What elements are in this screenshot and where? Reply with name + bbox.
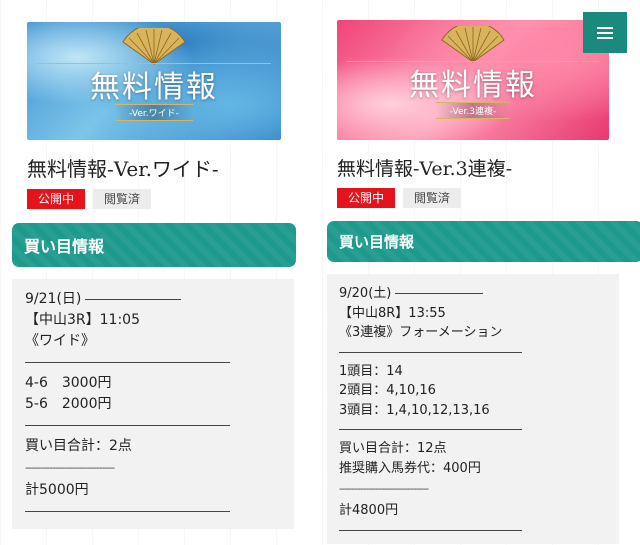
total-points: 買い目合計：12点: [339, 441, 447, 456]
banner-title: 無料情報: [409, 68, 537, 103]
divider: [339, 529, 522, 531]
divider: [25, 511, 230, 512]
hamburger-menu-icon: [597, 26, 613, 39]
bet-line: 4-6 3000円: [25, 375, 112, 391]
menu-button[interactable]: [583, 12, 627, 53]
status-badge-open: 公開中: [27, 189, 86, 209]
status-badge-viewed: 閲覧済: [93, 189, 152, 209]
bet-type: 《ワイド》: [25, 333, 95, 349]
status-badge-open: 公開中: [337, 188, 396, 208]
leg-line: 1頭目：14: [339, 363, 403, 379]
race-date-row: 9/20(土): [339, 284, 607, 304]
status-badges: 公開中 閲覧済: [337, 188, 625, 208]
banner-subtitle: -Ver.ワイド-: [115, 104, 193, 121]
gold-fan-icon: [122, 28, 186, 65]
divider: [339, 429, 522, 430]
divider: [85, 299, 182, 300]
status-badge-viewed: 閲覧済: [403, 188, 462, 208]
total-amount: 計4800円: [339, 503, 399, 518]
bet-info-card: 9/20(土) 【中山8R】13:55 《3連複》フォーメーション 1頭目：14…: [327, 274, 619, 544]
banner-image-trio[interactable]: 無料情報 -Ver.3連複-: [337, 20, 609, 140]
dashed-divider: ------------------------------: [25, 461, 115, 474]
section-header-bets: 買い目情報: [327, 221, 640, 262]
divider: [25, 425, 230, 426]
status-badges: 公開中 閲覧済: [27, 189, 296, 209]
post-column-wide: 無料情報 -Ver.ワイド- 無料情報-Ver.ワイド- 公開中 閲覧済 買い目…: [12, 0, 296, 529]
race-date-row: 9/21(日): [25, 289, 281, 310]
leg-line: 2頭目：4,10,16: [339, 383, 436, 398]
post-title[interactable]: 無料情報-Ver.3連複-: [337, 154, 625, 181]
post-column-trio: 無料情報 -Ver.3連複- 無料情報-Ver.3連複- 公開中 閲覧済 買い目…: [325, 0, 640, 544]
dashed-divider: ------------------------------: [339, 482, 429, 495]
leg-line: 3頭目：1,4,10,12,13,16: [339, 402, 490, 418]
gold-fan-icon: [441, 26, 505, 63]
race-date: 9/21(日): [25, 291, 82, 307]
banner-image-wide[interactable]: 無料情報 -Ver.ワイド-: [27, 22, 281, 140]
post-title[interactable]: 無料情報-Ver.ワイド-: [27, 153, 296, 182]
total-points: 買い目合計：2点: [25, 438, 132, 454]
race-date: 9/20(土): [339, 286, 392, 301]
banner-subtitle: -Ver.3連複-: [435, 102, 511, 119]
bet-line: 5-6 2000円: [25, 396, 112, 412]
section-header-bets: 買い目情報: [12, 223, 296, 267]
divider: [395, 293, 484, 295]
recommended-amount: 推奨購入馬券代：400円: [339, 460, 481, 476]
bet-type: 《3連複》フォーメーション: [339, 325, 503, 340]
total-amount: 計5000円: [25, 482, 89, 498]
race-info: 【中山8R】13:55: [339, 305, 446, 321]
race-info: 【中山3R】11:05: [25, 312, 140, 328]
divider: [339, 351, 522, 353]
divider: [25, 362, 230, 363]
banner-title: 無料情報: [90, 70, 218, 105]
bet-info-card: 9/21(日) 【中山3R】11:05 《ワイド》 4-6 3000円 5-6 …: [12, 279, 294, 529]
